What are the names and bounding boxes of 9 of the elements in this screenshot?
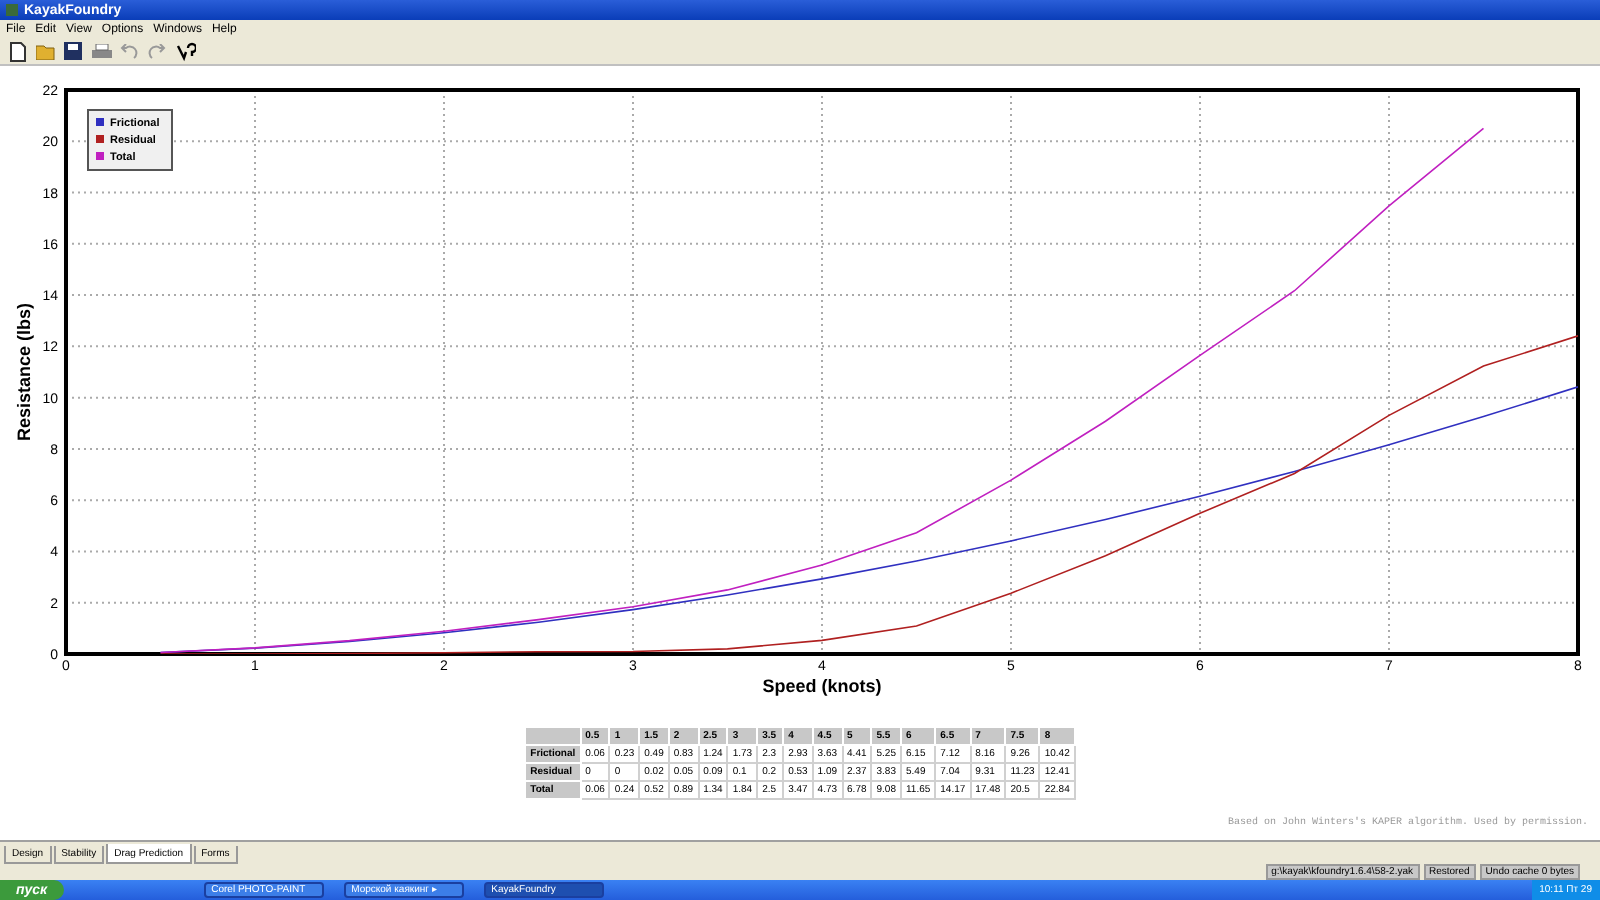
x-axis-title: Speed (knots) bbox=[762, 676, 882, 696]
print-button[interactable] bbox=[90, 40, 112, 62]
save-button[interactable] bbox=[62, 40, 84, 62]
y-axis-title: Resistance (lbs) bbox=[14, 302, 34, 442]
undo-button[interactable] bbox=[118, 40, 140, 62]
app-icon bbox=[6, 4, 18, 16]
new-file-button[interactable] bbox=[6, 40, 28, 62]
help-button[interactable] bbox=[174, 40, 196, 62]
legend-box bbox=[87, 109, 173, 171]
